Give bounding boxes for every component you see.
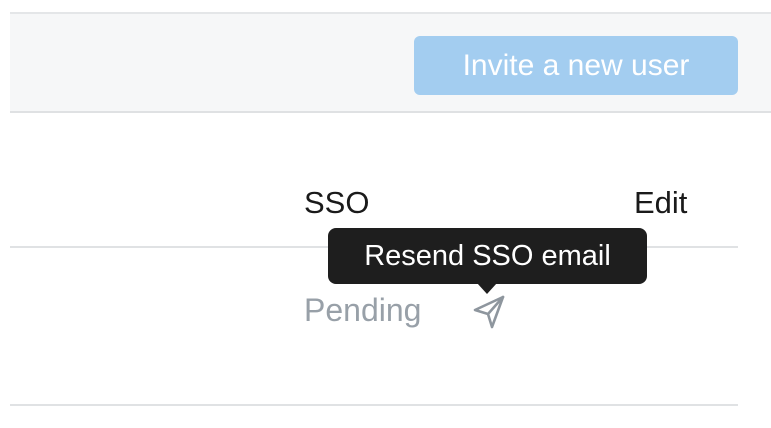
column-header-edit: Edit xyxy=(634,185,688,220)
page: Invite a new user SSO Edit Pending Resen… xyxy=(0,0,771,428)
column-header-sso: SSO xyxy=(304,185,370,220)
sso-status-pending: Pending xyxy=(304,292,422,328)
tooltip-arrow xyxy=(477,283,497,294)
invite-new-user-button[interactable]: Invite a new user xyxy=(414,36,738,95)
resend-sso-email-tooltip: Resend SSO email xyxy=(328,228,647,284)
toolbar: Invite a new user xyxy=(10,14,771,113)
paper-plane-icon[interactable] xyxy=(470,292,510,332)
row-divider xyxy=(10,404,738,406)
